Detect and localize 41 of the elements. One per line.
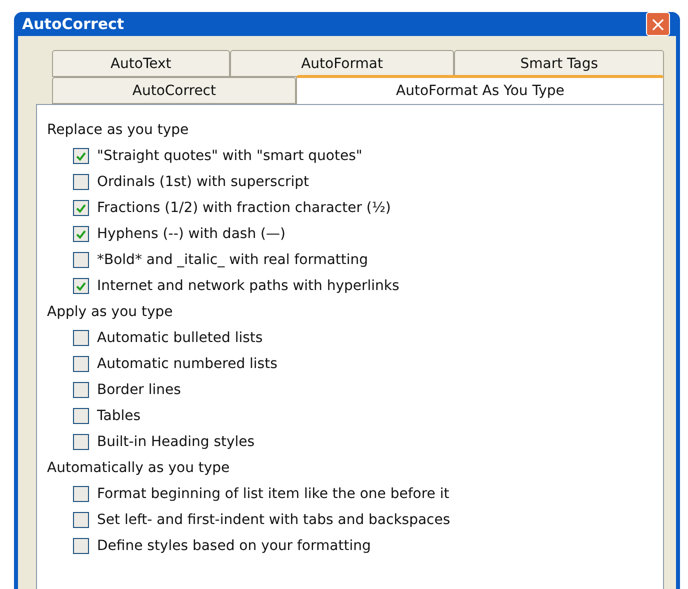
- tab[interactable]: AutoCorrect: [52, 77, 296, 104]
- checkbox[interactable]: [73, 278, 89, 294]
- section-heading: Replace as you type: [47, 121, 190, 140]
- section-heading: Apply as you type: [47, 303, 174, 322]
- section-heading: Automatically as you type: [47, 459, 231, 478]
- checkbox[interactable]: [73, 512, 89, 528]
- window-title: AutoCorrect: [22, 15, 124, 33]
- checkbox[interactable]: [73, 356, 89, 372]
- option-label: Ordinals (1st) with superscript: [97, 174, 310, 190]
- option-label: Built-in Heading styles: [97, 434, 255, 450]
- tab[interactable]: AutoFormat: [230, 50, 454, 77]
- option-label: "Straight quotes" with "smart quotes": [97, 148, 362, 164]
- option-label: Define styles based on your formatting: [97, 538, 371, 554]
- checkbox[interactable]: [73, 434, 89, 450]
- tab[interactable]: AutoText: [52, 50, 230, 77]
- checkbox[interactable]: [73, 148, 89, 164]
- tab[interactable]: AutoFormat As You Type: [296, 75, 664, 104]
- check-icon: [76, 152, 86, 160]
- option-label: Hyphens (--) with dash (—): [97, 226, 286, 242]
- option-label: Fractions (1/2) with fraction character (½): [97, 200, 391, 216]
- option-label: Tables: [97, 408, 140, 424]
- option-label: Border lines: [97, 382, 181, 398]
- option-label: Format beginning of list item like the one before it: [97, 486, 450, 502]
- check-icon: [76, 204, 86, 212]
- option-label: Automatic bulleted lists: [97, 330, 263, 346]
- checkbox[interactable]: [73, 252, 89, 268]
- checkbox[interactable]: [73, 226, 89, 242]
- checkbox[interactable]: [73, 486, 89, 502]
- checkbox[interactable]: [73, 174, 89, 190]
- checkbox[interactable]: [73, 538, 89, 554]
- checkbox[interactable]: [73, 408, 89, 424]
- option-label: *Bold* and _italic_ with real formatting: [97, 252, 368, 268]
- check-icon: [76, 282, 86, 290]
- option-label: Internet and network paths with hyperlinks: [97, 278, 400, 294]
- check-icon: [76, 230, 86, 238]
- checkbox[interactable]: [73, 382, 89, 398]
- option-label: Set left- and first-indent with tabs and backspaces: [97, 512, 450, 528]
- tab[interactable]: Smart Tags: [454, 50, 664, 77]
- option-label: Automatic numbered lists: [97, 356, 278, 372]
- checkbox[interactable]: [73, 200, 89, 216]
- checkbox[interactable]: [73, 330, 89, 346]
